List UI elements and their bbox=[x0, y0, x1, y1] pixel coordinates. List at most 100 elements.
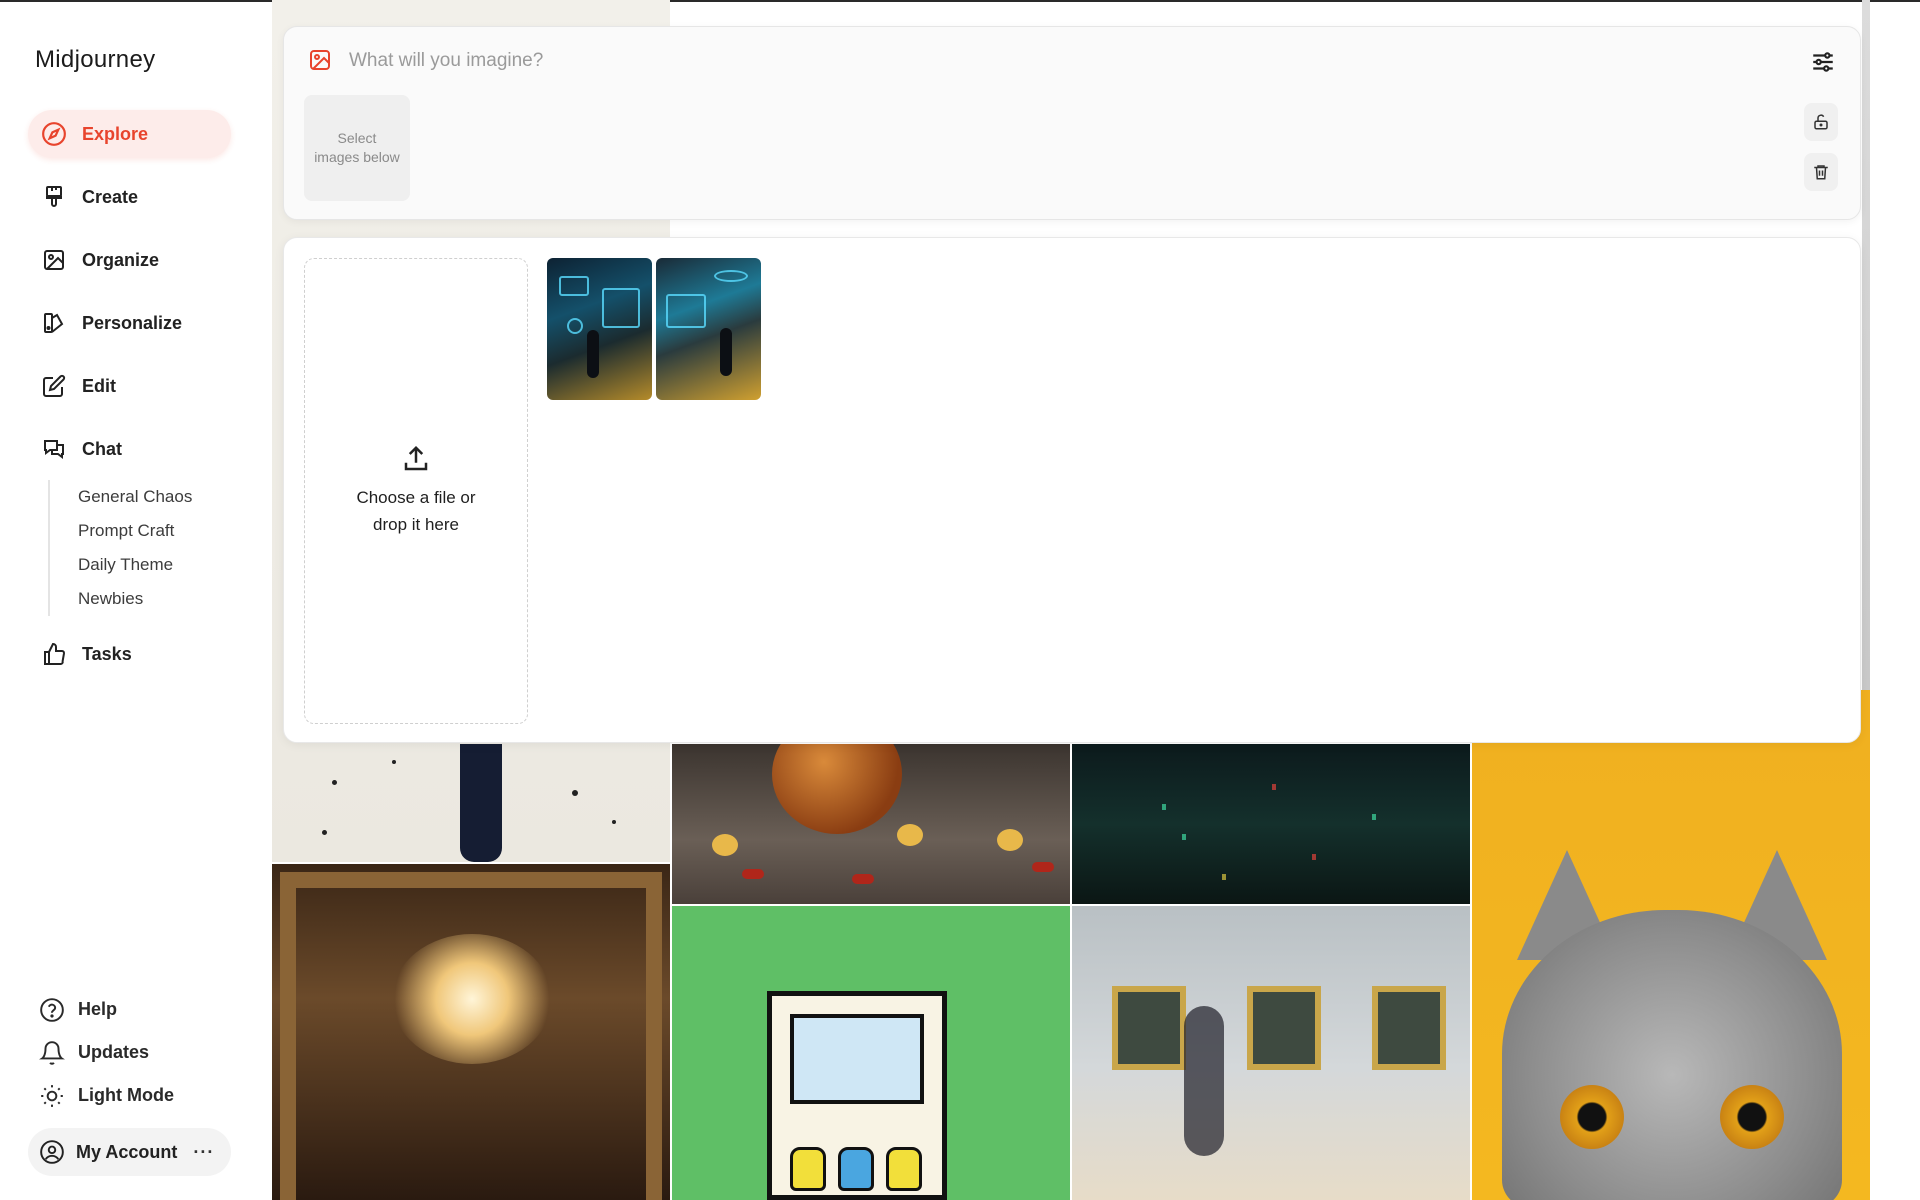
uploaded-thumbnail[interactable] bbox=[547, 258, 652, 400]
cat-eye bbox=[1560, 1085, 1624, 1149]
chat-channel-list: General Chaos Prompt Craft Daily Theme N… bbox=[48, 480, 231, 616]
gallery-image-doodle-window[interactable] bbox=[672, 906, 1070, 1200]
select-images-hint: Select images below bbox=[314, 130, 400, 165]
more-options-icon[interactable]: ··· bbox=[193, 1142, 214, 1163]
unlock-icon bbox=[1814, 114, 1828, 130]
cat-eye bbox=[1720, 1085, 1784, 1149]
sun-icon bbox=[38, 1082, 66, 1110]
chili-flake bbox=[742, 869, 764, 879]
ink-dot bbox=[332, 780, 337, 785]
sidebar-item-label: Light Mode bbox=[78, 1085, 174, 1105]
chili-flake bbox=[852, 874, 874, 884]
sidebar-item-label: Updates bbox=[78, 1042, 150, 1062]
framed-picture bbox=[1372, 986, 1446, 1070]
chat-channel-general-chaos[interactable]: General Chaos bbox=[78, 480, 231, 514]
gallery-image-cat[interactable] bbox=[1472, 690, 1870, 1200]
compass-icon bbox=[40, 120, 68, 148]
file-dropzone[interactable]: Choose a file or drop it here bbox=[304, 258, 528, 724]
chat-channel-prompt-craft[interactable]: Prompt Craft bbox=[78, 514, 231, 548]
hologram-panel bbox=[666, 294, 706, 328]
neon-window bbox=[1162, 804, 1166, 810]
light-glow bbox=[392, 934, 552, 1064]
hologram-panel bbox=[602, 288, 640, 328]
image-prompt-slot[interactable]: Select images below bbox=[304, 95, 410, 201]
chat-icon bbox=[40, 435, 68, 463]
sidebar-item-organize[interactable]: Organize bbox=[28, 236, 231, 284]
gallery-image-baroque-painting[interactable] bbox=[272, 864, 670, 1200]
ink-dot bbox=[612, 820, 616, 824]
hologram-panel bbox=[567, 318, 583, 334]
sidebar-item-light-mode[interactable]: Light Mode bbox=[28, 1074, 231, 1117]
prompt-input[interactable] bbox=[349, 47, 1729, 75]
framed-picture bbox=[1112, 986, 1186, 1070]
chat-channel-newbies[interactable]: Newbies bbox=[78, 582, 231, 616]
gallery-image-neon-city[interactable] bbox=[1072, 744, 1470, 904]
silhouette-figure bbox=[587, 330, 599, 378]
brand-logo[interactable]: Midjourney bbox=[35, 46, 155, 74]
walking-person bbox=[1184, 1006, 1224, 1156]
gallery-image-edge[interactable] bbox=[1862, 0, 1870, 700]
my-account-button[interactable]: My Account ··· bbox=[28, 1128, 231, 1176]
sidebar-item-label: Tasks bbox=[82, 643, 132, 664]
neon-window bbox=[1272, 784, 1276, 790]
upload-icon bbox=[404, 445, 428, 471]
sidebar-item-tasks[interactable]: Tasks bbox=[28, 630, 231, 678]
silhouette-figure bbox=[720, 328, 732, 376]
delete-button[interactable] bbox=[1804, 153, 1838, 191]
ink-dot bbox=[322, 830, 327, 835]
neon-window bbox=[1182, 834, 1186, 840]
trash-icon bbox=[1814, 165, 1828, 180]
sidebar-item-label: Help bbox=[78, 999, 118, 1019]
corn-kernel bbox=[897, 824, 923, 846]
food-nugget bbox=[772, 744, 902, 834]
neon-window bbox=[1372, 814, 1376, 820]
chili-flake bbox=[1032, 862, 1054, 872]
sidebar-item-edit[interactable]: Edit bbox=[28, 362, 231, 410]
neon-window bbox=[1222, 874, 1226, 880]
image-upload-panel: Choose a file or drop it here bbox=[283, 237, 1861, 743]
sidebar-item-chat[interactable]: Chat bbox=[28, 425, 231, 473]
user-circle-icon bbox=[38, 1138, 66, 1166]
image-icon bbox=[40, 246, 68, 274]
sidebar-item-personalize[interactable]: Personalize bbox=[28, 299, 231, 347]
doodle-pane bbox=[790, 1014, 924, 1104]
lock-button[interactable] bbox=[1804, 103, 1838, 141]
bell-icon bbox=[38, 1039, 66, 1067]
corn-kernel bbox=[997, 829, 1023, 851]
sidebar-item-label: Explore bbox=[82, 123, 149, 144]
corn-kernel bbox=[712, 834, 738, 856]
edit-icon bbox=[40, 372, 68, 400]
image-prompt-icon[interactable] bbox=[307, 47, 333, 73]
sidebar-item-label: Edit bbox=[82, 375, 116, 396]
sidebar-item-create[interactable]: Create bbox=[28, 173, 231, 221]
sidebar-item-label: Chat bbox=[82, 438, 122, 459]
doodle-bottle bbox=[838, 1147, 874, 1191]
chat-channel-daily-theme[interactable]: Daily Theme bbox=[78, 548, 231, 582]
sidebar-item-help[interactable]: Help bbox=[28, 988, 231, 1031]
help-icon bbox=[38, 996, 66, 1024]
dropzone-text: Choose a file or drop it here bbox=[356, 488, 476, 534]
sidebar-item-label: Organize bbox=[82, 249, 160, 270]
ink-dot bbox=[392, 760, 396, 764]
sidebar-item-updates[interactable]: Updates bbox=[28, 1031, 231, 1074]
framed-picture bbox=[1247, 986, 1321, 1070]
cat-face bbox=[1502, 910, 1842, 1200]
sidebar-item-label: Personalize bbox=[82, 312, 183, 333]
neon-window bbox=[1312, 854, 1316, 860]
sidebar-item-label: Create bbox=[82, 186, 139, 207]
ink-streak bbox=[460, 744, 502, 862]
hologram-panel bbox=[714, 270, 748, 282]
gallery-image-fried-chicken[interactable] bbox=[672, 744, 1070, 904]
paintbrush-icon bbox=[40, 183, 68, 211]
gallery-image-museum[interactable] bbox=[1072, 906, 1470, 1200]
sidebar-bottom-nav: Help Updates Light Mode bbox=[28, 988, 231, 1117]
swatch-icon bbox=[40, 309, 68, 337]
doodle-bottle bbox=[790, 1147, 826, 1191]
doodle-bottle bbox=[886, 1147, 922, 1191]
sidebar-item-explore[interactable]: Explore bbox=[28, 110, 231, 158]
uploaded-thumbnail[interactable] bbox=[656, 258, 761, 400]
doodle-window bbox=[767, 991, 947, 1200]
prompt-bar: Select images below bbox=[283, 26, 1861, 220]
main-nav: Explore Create Organize Personalize Edit bbox=[28, 110, 231, 693]
settings-sliders-icon[interactable] bbox=[1808, 47, 1838, 77]
